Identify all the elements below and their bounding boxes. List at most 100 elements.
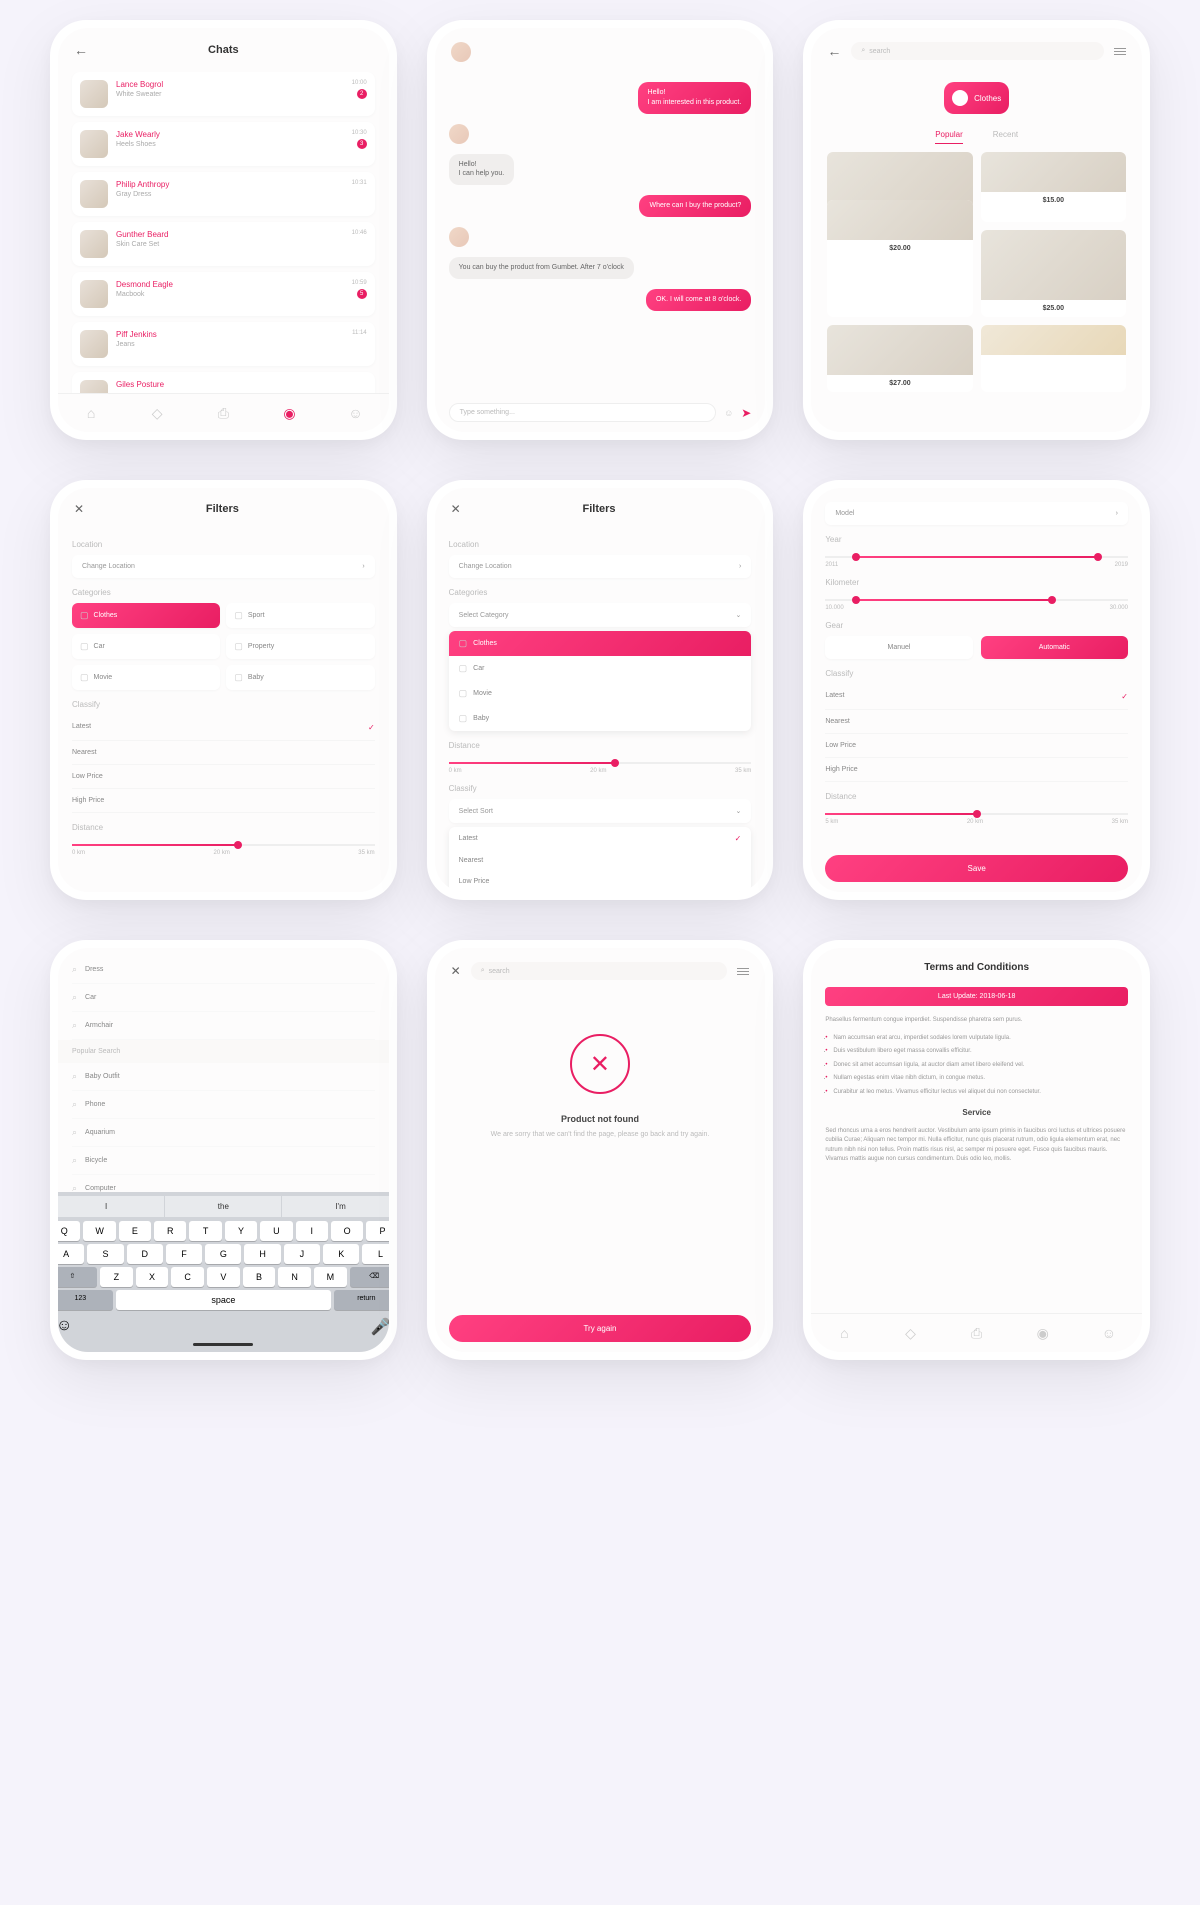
distance-slider[interactable] [72,844,375,846]
search-input[interactable]: ⌕search [851,42,1104,60]
chat-icon[interactable]: ◉ [280,404,298,422]
chat-item[interactable]: Piff JenkinsJeans11:14 [72,322,375,366]
category-car[interactable]: ▢Car [72,634,220,659]
mic-icon[interactable]: 🎤 [371,1317,389,1337]
dropdown-option[interactable]: ▢Clothes [449,631,752,656]
location-input[interactable]: Change Location› [72,555,375,578]
key-S[interactable]: S [87,1244,123,1264]
classify-select[interactable]: Select Sort⌄ [449,799,752,823]
key-J[interactable]: J [284,1244,320,1264]
key-123[interactable]: 123 [58,1290,113,1310]
send-icon[interactable]: ➤ [741,406,751,420]
key-R[interactable]: R [154,1221,186,1241]
camera-icon[interactable]: ⎙ [968,1324,986,1342]
key-B[interactable]: B [243,1267,276,1287]
category-property[interactable]: ▢Property [226,634,374,659]
chat-item[interactable]: Gunther BeardSkin Care Set10:46 [72,222,375,266]
key-O[interactable]: O [331,1221,363,1241]
back-icon[interactable]: ← [827,43,841,59]
key-L[interactable]: L [362,1244,388,1264]
classify-option[interactable]: High Price [72,789,375,813]
category-pill[interactable]: Clothes [944,82,1009,114]
profile-icon[interactable]: ☺ [1100,1324,1118,1342]
category-clothes[interactable]: ▢Clothes [72,603,220,628]
distance-slider[interactable] [825,813,1128,815]
suggestion[interactable]: I [58,1196,165,1217]
save-button[interactable]: Save [825,855,1128,882]
distance-slider[interactable] [449,762,752,764]
close-icon[interactable]: ✕ [451,964,461,978]
chat-item[interactable]: Desmond EagleMacbook10:595 [72,272,375,316]
chat-icon[interactable]: ◉ [1034,1324,1052,1342]
popular-search-item[interactable]: ⌕Aquarium [72,1119,375,1147]
search-history-item[interactable]: ⌕Armchair [72,1012,375,1040]
send-icon[interactable]: ◇ [148,404,166,422]
classify-option[interactable]: Latest✓ [825,684,1128,710]
key-N[interactable]: N [278,1267,311,1287]
category-sport[interactable]: ▢Sport [226,603,374,628]
key-W[interactable]: W [83,1221,115,1241]
category-select[interactable]: Select Category⌄ [449,603,752,627]
popular-search-item[interactable]: ⌕Baby Outfit [72,1063,375,1091]
suggestion[interactable]: the [165,1196,282,1217]
classify-option[interactable]: Low Price [825,734,1128,758]
classify-option[interactable]: Nearest [825,710,1128,734]
key-⇧[interactable]: ⇧ [58,1267,97,1287]
tab-popular[interactable]: Popular [935,130,963,144]
key-F[interactable]: F [166,1244,202,1264]
gear-manuel[interactable]: Manuel [825,636,972,659]
gear-automatic[interactable]: Automatic [981,636,1128,659]
chat-item[interactable]: Philip AnthropyGray Dress10:31 [72,172,375,216]
chat-item[interactable]: Giles Posture [72,372,375,393]
emoji-icon[interactable]: ☺ [58,1317,72,1337]
key-D[interactable]: D [127,1244,163,1264]
key-X[interactable]: X [136,1267,169,1287]
close-icon[interactable]: ✕ [451,502,461,516]
avatar[interactable] [451,42,471,62]
search-input[interactable]: ⌕search [471,962,728,980]
product-card[interactable]: $27.00 [827,325,972,392]
menu-icon[interactable] [737,968,749,975]
key-Z[interactable]: Z [100,1267,133,1287]
dropdown-option[interactable]: ▢Baby [449,706,752,731]
suggestion[interactable]: I'm [282,1196,388,1217]
search-history-item[interactable]: ⌕Dress [72,956,375,984]
send-icon[interactable]: ◇ [902,1324,920,1342]
search-history-item[interactable]: ⌕Car [72,984,375,1012]
year-slider[interactable] [825,556,1128,558]
product-card[interactable]: $20.00 [827,200,972,317]
emoji-icon[interactable]: ☺ [724,408,733,418]
product-card[interactable]: $25.00 [981,230,1126,317]
category-baby[interactable]: ▢Baby [226,665,374,690]
key-A[interactable]: A [58,1244,84,1264]
classify-option[interactable]: Low Price [72,765,375,789]
product-card[interactable] [981,325,1126,392]
key-I[interactable]: I [296,1221,328,1241]
key-V[interactable]: V [207,1267,240,1287]
key-return[interactable]: return [334,1290,389,1310]
key-Y[interactable]: Y [225,1221,257,1241]
dropdown-option[interactable]: ▢Movie [449,681,752,706]
classify-option[interactable]: Latest✓ [72,715,375,741]
key-K[interactable]: K [323,1244,359,1264]
camera-icon[interactable]: ⎙ [214,404,232,422]
key-H[interactable]: H [244,1244,280,1264]
message-input[interactable]: Type something... [449,403,716,422]
home-icon[interactable]: ⌂ [82,404,100,422]
profile-icon[interactable]: ☺ [347,404,365,422]
dropdown-option[interactable]: Latest✓ [449,827,752,850]
home-icon[interactable]: ⌂ [835,1324,853,1342]
popular-search-item[interactable]: ⌕Computer [72,1175,375,1192]
classify-option[interactable]: High Price [825,758,1128,782]
key-space[interactable]: space [116,1290,331,1310]
category-movie[interactable]: ▢Movie [72,665,220,690]
key-Q[interactable]: Q [58,1221,80,1241]
chat-item[interactable]: Jake WearlyHeels Shoes10:303 [72,122,375,166]
key-⌫[interactable]: ⌫ [350,1267,389,1287]
close-icon[interactable]: ✕ [74,502,84,516]
key-U[interactable]: U [260,1221,292,1241]
key-T[interactable]: T [189,1221,221,1241]
tab-recent[interactable]: Recent [993,130,1018,144]
key-M[interactable]: M [314,1267,347,1287]
dropdown-option[interactable]: ▢Car [449,656,752,681]
